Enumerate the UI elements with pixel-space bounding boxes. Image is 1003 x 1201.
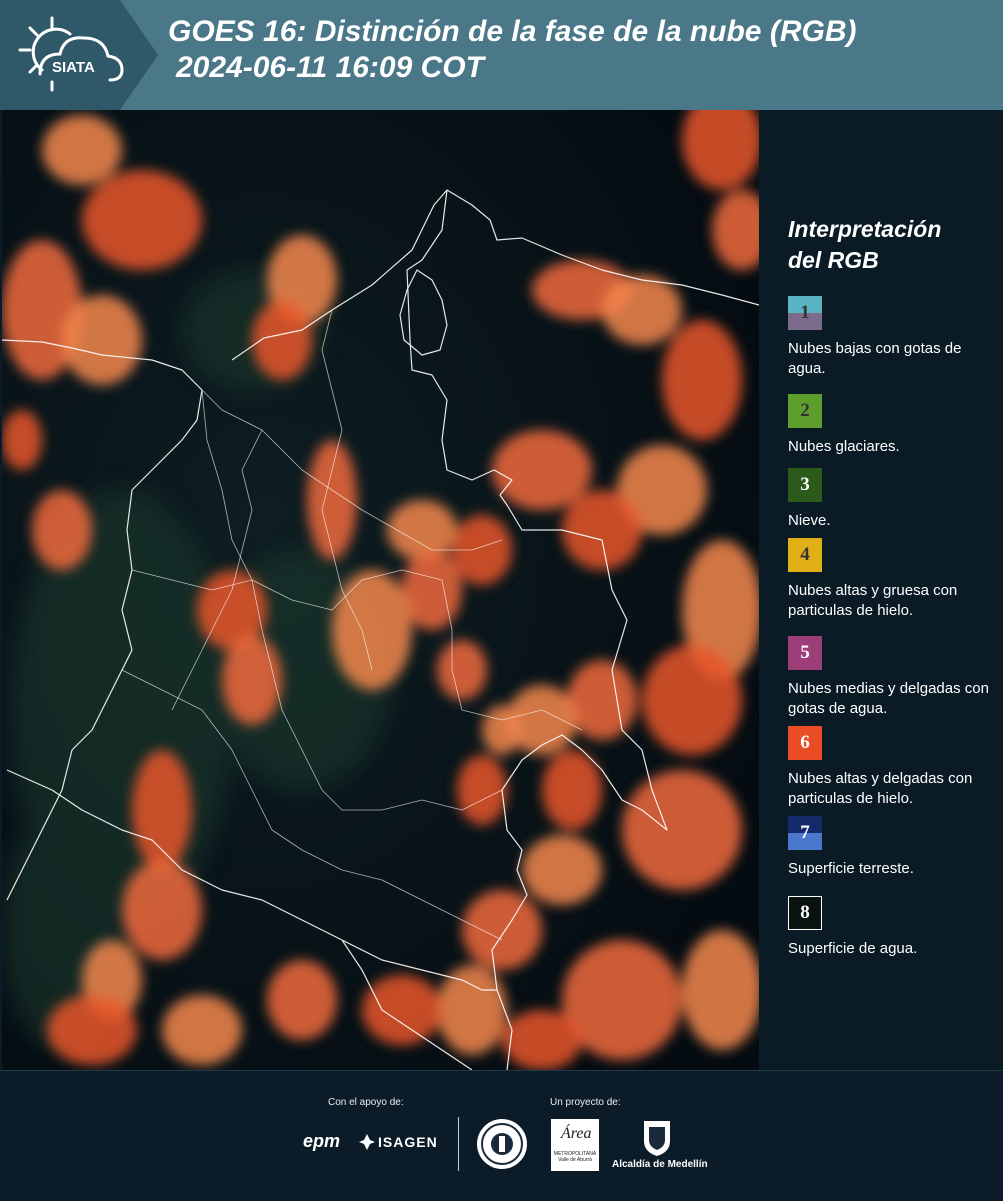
- cloud-blob: [622, 770, 742, 890]
- legend-item-6: 6 Nubes altas y delgadas con particulas d…: [788, 726, 1000, 809]
- cloud-blob: [662, 320, 742, 440]
- legend-item-8: 8 Superficie de agua.: [788, 896, 1000, 959]
- area-metropolitana-logo: Área METROPOLITANA Valle de Aburrá: [551, 1119, 599, 1171]
- legend-label: Nubes medias y delgadas con gotas de agu…: [788, 680, 989, 717]
- cloud-blob: [222, 635, 282, 725]
- cloud-blob: [62, 295, 142, 385]
- cloud-blob: [122, 860, 202, 960]
- cloud-blob: [132, 750, 192, 870]
- siata-logo: SIATA: [18, 16, 124, 92]
- amva-subtitle: METROPOLITANA Valle de Aburrá: [553, 1151, 597, 1163]
- legend-item-5: 5 Nubes medias y delgadas con gotas de ag…: [788, 636, 1000, 719]
- cloud-blob: [2, 410, 42, 470]
- cloud-blob: [362, 975, 442, 1045]
- legend-number: 2: [800, 400, 810, 421]
- legend-swatch-7: 7: [788, 816, 822, 850]
- legend-swatch-8: 8: [788, 896, 822, 930]
- seal-emblem-icon: [481, 1123, 523, 1165]
- legend-label: Nieve.: [788, 512, 831, 529]
- legend-label: Superficie de agua.: [788, 940, 918, 957]
- cloud-blob: [42, 115, 122, 185]
- legend-label: Nubes glaciares.: [788, 438, 900, 455]
- title-datetime: 2024-06-11 16:09 COT: [176, 51, 484, 84]
- legend-item-3: 3 Nieve.: [788, 468, 1000, 531]
- satellite-map: [2, 110, 759, 1070]
- footer: Con el apoyo de: Un proyecto de: epm ISA…: [0, 1070, 1003, 1201]
- page-title: GOES 16: Distinción de la fase de la nub…: [168, 14, 856, 86]
- cloud-blob: [307, 440, 357, 560]
- legend-item-2: 2 Nubes glaciares.: [788, 394, 1000, 457]
- cloud-blob: [522, 835, 602, 905]
- epm-logo: epm: [303, 1131, 341, 1151]
- support-label: Con el apoyo de:: [328, 1097, 404, 1108]
- cloud-blob: [437, 965, 507, 1055]
- cloud-blob: [502, 1010, 582, 1070]
- legend-number: 1: [800, 302, 810, 323]
- legend-label: Nubes altas y gruesa con particulas de h…: [788, 582, 958, 619]
- cloud-blob: [462, 890, 542, 970]
- cloud-blob: [332, 570, 412, 690]
- cloud-blob: [482, 705, 522, 755]
- header-bar: SIATA GOES 16: Distinción de la fase de …: [0, 0, 1003, 110]
- legend-title-line1: Interpretación: [788, 216, 942, 242]
- cloud-blob: [267, 960, 337, 1040]
- legend-swatch-2: 2: [788, 394, 822, 428]
- cloud-blob: [32, 490, 92, 570]
- cloud-blob: [562, 490, 642, 570]
- legend-label: Nubes altas y delgadas con particulas de…: [788, 770, 973, 807]
- cloud-blob: [82, 170, 202, 270]
- legend-number: 7: [800, 822, 810, 843]
- legend-label: Superficie terreste.: [788, 860, 914, 877]
- cloud-blob: [437, 640, 487, 700]
- legend-swatch-1: 1: [788, 296, 822, 330]
- title-product: GOES 16: Distinción de la fase de la nub…: [168, 15, 857, 48]
- cloud-blob: [492, 430, 592, 510]
- map-canvas: [2, 110, 759, 1070]
- amva-word: Área: [561, 1125, 592, 1142]
- legend-item-4: 4 Nubes altas y gruesa con particulas de …: [788, 538, 1000, 621]
- legend-label: Nubes bajas con gotas de agua.: [788, 340, 962, 377]
- legend-title: Interpretación del RGB: [788, 214, 998, 276]
- footer-divider: [458, 1117, 459, 1171]
- legend-title-line2: del RGB: [788, 247, 879, 273]
- cloud-blob: [642, 645, 742, 755]
- legend-number: 4: [800, 544, 810, 565]
- isagen-logo: ISAGEN: [378, 1134, 438, 1150]
- cloud-blob: [457, 755, 507, 825]
- legend-item-7: 7 Superficie terreste.: [788, 816, 1000, 879]
- cloud-blob: [162, 995, 242, 1065]
- legend-number: 6: [800, 732, 810, 753]
- medellin-shield-icon: [644, 1121, 670, 1156]
- legend-item-1: 1 Nubes bajas con gotas de agua.: [788, 296, 1000, 379]
- cloud-blob: [682, 930, 759, 1050]
- legend-swatch-3: 3: [788, 468, 822, 502]
- legend-panel: Interpretación del RGB 1 Nubes bajas con …: [760, 110, 1003, 1070]
- cloud-blob: [47, 995, 137, 1065]
- cloud-blob: [602, 275, 682, 345]
- medellin-label: Alcaldía de Medellín: [612, 1159, 708, 1170]
- legend-number: 5: [800, 642, 810, 663]
- legend-number: 3: [800, 474, 810, 495]
- cloud-blob: [542, 750, 602, 830]
- siata-logo-text: SIATA: [52, 59, 95, 76]
- isagen-icon: [359, 1134, 375, 1150]
- university-seal: [477, 1119, 527, 1169]
- project-label: Un proyecto de:: [550, 1097, 621, 1108]
- legend-swatch-6: 6: [788, 726, 822, 760]
- legend-swatch-4: 4: [788, 538, 822, 572]
- legend-swatch-5: 5: [788, 636, 822, 670]
- legend-number: 8: [800, 902, 810, 923]
